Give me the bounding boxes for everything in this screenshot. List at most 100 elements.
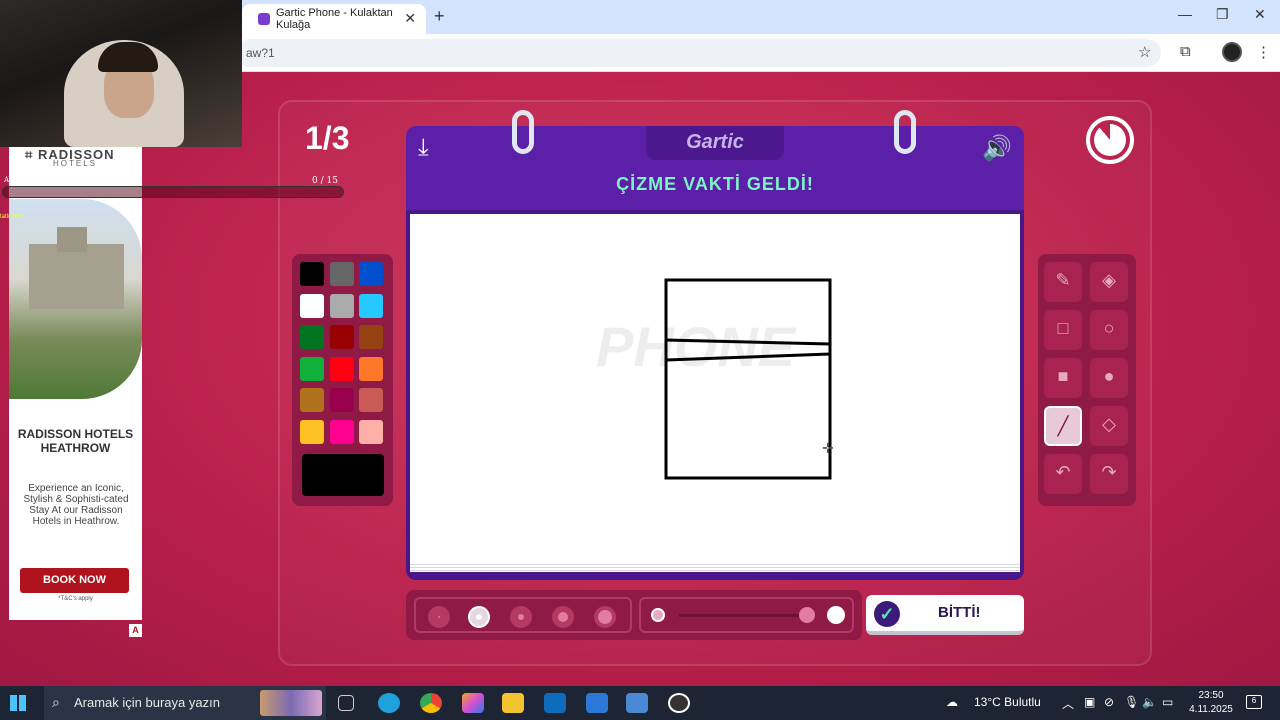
color-swatch[interactable] <box>359 356 383 381</box>
speaker-icon[interactable]: 🔊 <box>982 134 1012 163</box>
color-swatch[interactable] <box>359 419 383 444</box>
volume-icon[interactable]: 🔈 <box>1142 695 1157 709</box>
network-off-icon[interactable]: ⊘ <box>1104 695 1114 709</box>
clock-date: 4.11.2025 <box>1189 704 1233 715</box>
obs-icon[interactable] <box>668 693 690 713</box>
download-icon[interactable]: ⤓ <box>418 134 429 162</box>
tool-panel: ✎ ◈ □ ○ ■ ● ╱ ◇ ↶ ↷ <box>1038 254 1136 506</box>
radisson-logo-icon: ⌗ <box>25 147 38 162</box>
color-swatch[interactable] <box>329 293 354 318</box>
browser-tab[interactable]: Gartic Phone - Kulaktan Kulağa ✕ <box>242 4 426 34</box>
color-swatch[interactable] <box>300 388 324 412</box>
color-swatch[interactable] <box>300 262 324 286</box>
stroke-line-upper <box>665 338 831 346</box>
binder-ring-left <box>512 110 534 154</box>
color-swatch[interactable] <box>359 325 383 349</box>
ellipse-outline-icon: ○ <box>1103 318 1115 338</box>
overlay-goal-text: AYLIK ABONE HEDEFİ <box>4 176 88 184</box>
opacity-slider-group <box>639 597 854 633</box>
color-swatch[interactable] <box>329 262 354 286</box>
new-tab-button[interactable]: + <box>434 6 445 27</box>
brush-size-2[interactable] <box>468 606 490 628</box>
color-swatch[interactable] <box>300 293 324 318</box>
weather-text[interactable]: 13°C Bulutlu <box>974 695 1041 709</box>
color-swatch[interactable] <box>329 388 354 412</box>
ad-castle-image <box>9 199 142 399</box>
tray-app-icon[interactable]: ▣ <box>1084 695 1095 709</box>
chevron-up-icon[interactable]: ︿ <box>1062 695 1074 712</box>
maximize-button[interactable]: ❐ <box>1216 6 1229 23</box>
brush-size-1[interactable] <box>428 606 450 628</box>
rectangle-filled-icon: ■ <box>1057 366 1069 386</box>
minimize-button[interactable]: — <box>1178 6 1192 22</box>
chrome-icon[interactable] <box>420 693 442 713</box>
timer-icon <box>1086 116 1134 164</box>
color-swatch[interactable] <box>359 262 383 286</box>
eraser-tool[interactable]: ◈ <box>1090 262 1128 302</box>
task-view-icon[interactable] <box>338 695 354 711</box>
display-icon[interactable]: ▭ <box>1162 695 1173 709</box>
color-swatch[interactable] <box>329 356 354 381</box>
color-palette <box>292 254 393 506</box>
taskbar-clock[interactable]: 23:50 4.11.2025 <box>1186 689 1236 717</box>
opacity-slider-knob[interactable] <box>799 607 815 623</box>
color-swatch[interactable] <box>300 325 324 349</box>
game-stage: 1/3 0 / 15 ⤓ Gartic 🔊 ÇİZME VAKTİ GELDİ!… <box>0 72 1280 686</box>
adchoices-icon[interactable]: A <box>129 624 142 637</box>
color-swatch[interactable] <box>300 356 324 381</box>
opacity-min-icon <box>651 608 665 622</box>
app-icon[interactable] <box>626 693 648 713</box>
brush-size-3[interactable] <box>510 606 532 628</box>
close-tab-icon[interactable]: ✕ <box>404 10 416 27</box>
line-icon: ╱ <box>1057 416 1069 436</box>
store-icon[interactable] <box>586 693 608 713</box>
address-bar[interactable]: aw?1 <box>236 39 1161 67</box>
ellipse-outline-tool[interactable]: ○ <box>1090 310 1128 350</box>
rectangle-outline-tool[interactable]: □ <box>1044 310 1082 350</box>
pencil-tool[interactable]: ✎ <box>1044 262 1082 302</box>
round-counter: 1/3 <box>305 120 350 156</box>
redo-button[interactable]: ↷ <box>1090 454 1128 494</box>
ad-title: RADISSON HOTELS HEATHROW <box>17 427 134 455</box>
overlay-goal-bar <box>2 186 344 198</box>
redo-icon: ↷ <box>1101 462 1117 482</box>
stroke-rectangle <box>664 278 832 480</box>
ad-banner[interactable]: ⌗ RADISSON HOTELS RADISSON HOTELS HEATHR… <box>9 147 142 620</box>
rectangle-outline-icon: □ <box>1057 318 1069 338</box>
color-swatch[interactable] <box>359 388 383 412</box>
microphone-icon[interactable]: 🎙 <box>1124 695 1139 709</box>
color-swatch[interactable] <box>359 293 383 318</box>
close-window-button[interactable]: ✕ <box>1254 6 1266 23</box>
menu-icon[interactable]: ⋮ <box>1256 43 1271 61</box>
fill-bucket-tool[interactable]: ◇ <box>1090 406 1128 446</box>
color-swatch[interactable] <box>300 419 324 444</box>
edge-icon[interactable] <box>378 693 400 713</box>
done-button[interactable]: ✓ BİTTİ! <box>866 595 1024 635</box>
cloud-icon: ☁ <box>946 695 958 709</box>
ellipse-filled-tool[interactable]: ● <box>1090 358 1128 398</box>
rectangle-filled-tool[interactable]: ■ <box>1044 358 1082 398</box>
windows-start-icon[interactable] <box>10 695 26 711</box>
line-tool[interactable]: ╱ <box>1044 406 1082 446</box>
copilot-icon[interactable] <box>462 693 484 713</box>
ad-brand-sub: HOTELS <box>53 159 98 168</box>
color-swatch[interactable] <box>329 419 354 444</box>
color-swatch[interactable] <box>329 325 354 349</box>
brush-size-4[interactable] <box>552 606 574 628</box>
check-icon: ✓ <box>874 601 900 627</box>
webcam-overlay <box>0 0 242 147</box>
taskbar-search[interactable]: ⌕ Aramak için buraya yazın <box>44 686 326 720</box>
notification-icon[interactable]: 6 <box>1246 695 1262 709</box>
board-header: ⤓ Gartic 🔊 ÇİZME VAKTİ GELDİ! <box>406 110 1024 210</box>
ad-text: Experience an Iconic, Stylish & Sophisti… <box>23 483 129 527</box>
undo-button[interactable]: ↶ <box>1044 454 1082 494</box>
profile-icon[interactable] <box>1222 42 1242 62</box>
extensions-icon[interactable]: ⧉ <box>1180 43 1191 60</box>
brush-size-5[interactable] <box>594 606 616 628</box>
outlook-icon[interactable] <box>544 693 566 713</box>
drawing-canvas[interactable]: PHONE ✛ <box>410 214 1020 562</box>
file-explorer-icon[interactable] <box>502 693 524 713</box>
star-icon[interactable]: ☆ <box>1138 43 1151 61</box>
opacity-slider[interactable] <box>679 614 815 617</box>
book-now-button[interactable]: BOOK NOW <box>20 568 129 593</box>
